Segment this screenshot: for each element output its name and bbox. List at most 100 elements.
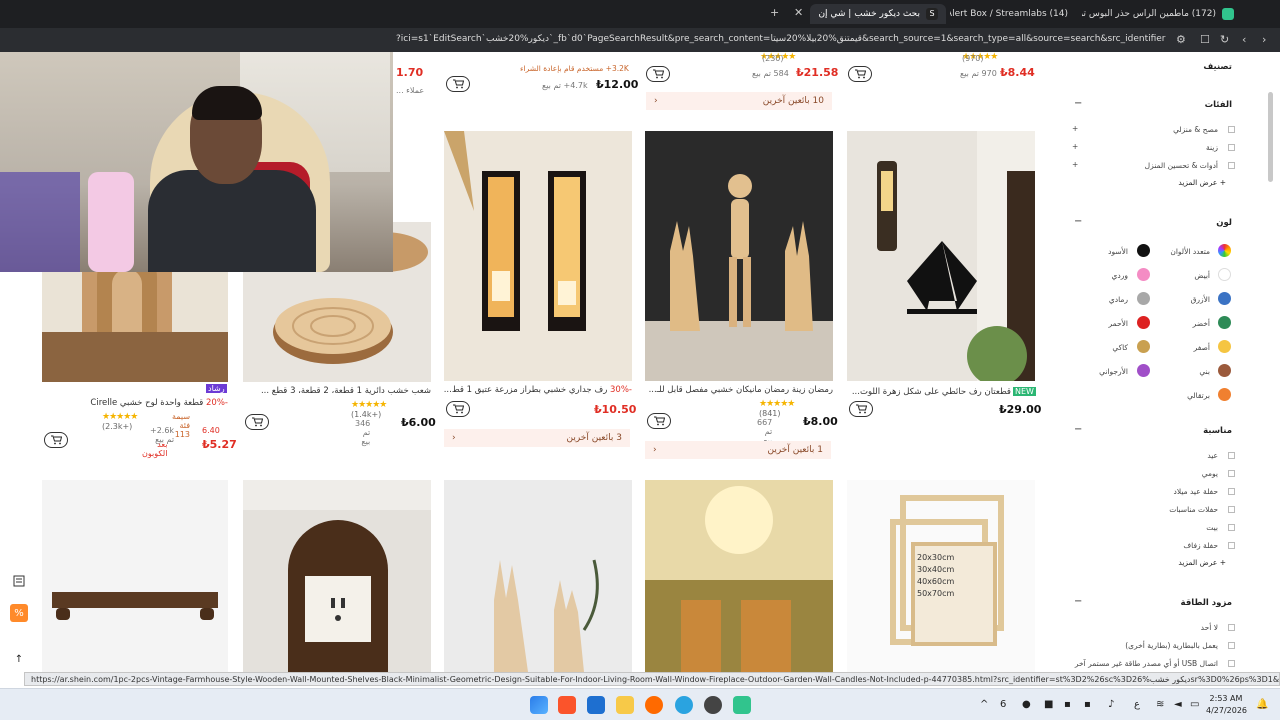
close-tab-icon[interactable]: ✕ (794, 6, 803, 19)
firefox-icon[interactable] (645, 696, 663, 714)
tray-app-icon[interactable]: ▪ (1064, 699, 1071, 710)
back-to-top-icon[interactable]: ↑ (10, 650, 28, 668)
new-tab-icon[interactable]: + (770, 6, 779, 19)
vscode-icon[interactable] (587, 696, 605, 714)
brave-icon[interactable] (558, 696, 576, 714)
occasion-checkbox[interactable] (1228, 542, 1235, 549)
occasion-item[interactable]: حفلة عيد ميلاد (1174, 487, 1218, 496)
other-sellers-strip[interactable]: 10 بائعين آخرين ‹ (646, 92, 832, 110)
category-checkbox[interactable] (1228, 144, 1235, 151)
power-checkbox[interactable] (1228, 624, 1235, 631)
product-image[interactable] (645, 131, 833, 381)
other-sellers-strip[interactable]: 1 بائعين آخرين ‹ (645, 441, 831, 459)
expand-icon[interactable]: + (1072, 160, 1078, 169)
show-more-button[interactable]: + عرض المزيد (1178, 178, 1226, 187)
add-to-cart-button[interactable] (849, 401, 873, 417)
collapse-icon[interactable]: − (1074, 596, 1082, 607)
folder-icon[interactable] (616, 696, 634, 714)
expand-icon[interactable]: + (1072, 142, 1078, 151)
tab-streamlabs[interactable]: (14) Alert Box / Streamlabs (950, 4, 1076, 24)
add-to-cart-button[interactable] (44, 432, 68, 448)
defender-icon[interactable]: ■ (1044, 699, 1053, 710)
app-tray-icon[interactable]: ● (1022, 699, 1031, 710)
power-checkbox[interactable] (1228, 642, 1235, 649)
add-to-cart-button[interactable] (245, 414, 269, 430)
swatch-black[interactable] (1137, 244, 1150, 257)
product-image[interactable] (444, 131, 632, 381)
power-item[interactable]: اتصال USB أو أي مصدر طاقة غير مستمر آخر (1075, 659, 1218, 668)
filter-icon[interactable] (10, 572, 28, 590)
add-to-cart-button[interactable] (646, 66, 670, 82)
windows-start-icon[interactable] (530, 696, 548, 714)
notifications-icon[interactable]: 🔔 (1256, 699, 1268, 710)
product-image[interactable] (645, 480, 833, 672)
notification-count-icon[interactable]: 6 (1000, 699, 1006, 710)
occasion-item[interactable]: حفلات مناسبات (1169, 505, 1218, 514)
product-title[interactable]: قطعتان رف حائطي على شكل زهرة اللوت... (847, 387, 1011, 397)
reload-icon[interactable]: ↻ (1220, 33, 1229, 46)
occasion-item[interactable]: يومي (1202, 469, 1218, 478)
volume-icon[interactable]: ◄ (1174, 699, 1182, 710)
collapse-icon[interactable]: − (1074, 216, 1082, 227)
occasion-item[interactable]: بيت (1206, 523, 1218, 532)
add-to-cart-button[interactable] (647, 413, 671, 429)
tune-icon[interactable]: ⚙ (1176, 33, 1186, 46)
tray-app-icon[interactable]: ▪ (1084, 699, 1091, 710)
category-item[interactable]: أدوات & تحسين المنزل (1145, 161, 1218, 170)
swatch-yellow[interactable] (1218, 340, 1231, 353)
occasion-checkbox[interactable] (1228, 506, 1235, 513)
power-checkbox[interactable] (1228, 660, 1235, 667)
product-image[interactable] (243, 480, 431, 672)
add-to-cart-button[interactable] (446, 76, 470, 92)
add-to-cart-button[interactable] (446, 401, 470, 417)
telegram-icon[interactable] (675, 696, 693, 714)
show-more-button[interactable]: + عرض المزيد (1178, 558, 1226, 567)
chevron-up-icon[interactable]: ^ (980, 699, 988, 710)
swatch-brown[interactable] (1218, 364, 1231, 377)
system-clock[interactable]: 2:53 AM 4/27/2026 (1206, 693, 1247, 717)
product-title[interactable]: -30% رف جداري خشبي بطراز مزرعة عتيق 1 قط… (444, 385, 632, 395)
url-input[interactable]: ?ici=s1`EditSearch`ديكور%20خشب`_fb`d0`Pa… (396, 34, 1166, 44)
product-image[interactable] (42, 480, 228, 672)
occasion-checkbox[interactable] (1228, 524, 1235, 531)
bookmark-icon[interactable]: ☐ (1200, 33, 1210, 46)
add-to-cart-button[interactable] (848, 66, 872, 82)
swatch-orange[interactable] (1218, 388, 1231, 401)
product-image[interactable] (444, 480, 632, 672)
occasion-item[interactable]: عيد (1207, 451, 1218, 460)
occasion-item[interactable]: حفلة زفاف (1183, 541, 1218, 550)
power-item[interactable]: يعمل بالبطارية (بطارية أخرى) (1125, 641, 1218, 650)
back-icon[interactable]: ‹ (1242, 33, 1246, 46)
page-scrollbar[interactable] (1268, 92, 1273, 182)
category-item[interactable]: مصح & منزلي (1173, 125, 1218, 134)
obs-icon[interactable] (704, 696, 722, 714)
tab-shein-search[interactable]: S بحث ديكور خشب | شي إن (810, 4, 946, 24)
power-item[interactable]: لا أحد (1201, 623, 1218, 632)
swatch-blue[interactable] (1218, 292, 1231, 305)
product-image[interactable] (847, 131, 1035, 381)
wifi-icon[interactable]: ≋ (1156, 699, 1164, 710)
collapse-icon[interactable]: − (1074, 98, 1082, 109)
other-sellers-strip[interactable]: 3 بائعين آخرين ‹ (444, 429, 630, 447)
category-item[interactable]: زينة (1206, 143, 1218, 152)
product-title[interactable]: رمضان زينة رمضان مانيكان خشبي مفصل قابل … (645, 385, 833, 395)
swatch-gray[interactable] (1137, 292, 1150, 305)
expand-icon[interactable]: + (1072, 124, 1078, 133)
swatch-multicolor[interactable] (1218, 244, 1231, 257)
category-checkbox[interactable] (1228, 162, 1235, 169)
occasion-checkbox[interactable] (1228, 452, 1235, 459)
product-title[interactable]: شعب خشب دائرية 1 قطعة، 2 قطعة، 3 قطع ... (243, 386, 431, 396)
language-indicator[interactable]: ع (1134, 699, 1140, 710)
swatch-khaki[interactable] (1137, 340, 1150, 353)
occasion-checkbox[interactable] (1228, 470, 1235, 477)
discount-icon[interactable]: % (10, 604, 28, 622)
swatch-pink[interactable] (1137, 268, 1150, 281)
swatch-red[interactable] (1137, 316, 1150, 329)
product-title[interactable]: -20% قطعة واحدة لوح خشبي Cirelle (42, 398, 228, 408)
swatch-white[interactable] (1218, 268, 1231, 281)
category-checkbox[interactable] (1228, 126, 1235, 133)
forward-icon[interactable]: › (1262, 33, 1266, 46)
swatch-green[interactable] (1218, 316, 1231, 329)
swatch-purple[interactable] (1137, 364, 1150, 377)
collapse-icon[interactable]: − (1074, 424, 1082, 435)
